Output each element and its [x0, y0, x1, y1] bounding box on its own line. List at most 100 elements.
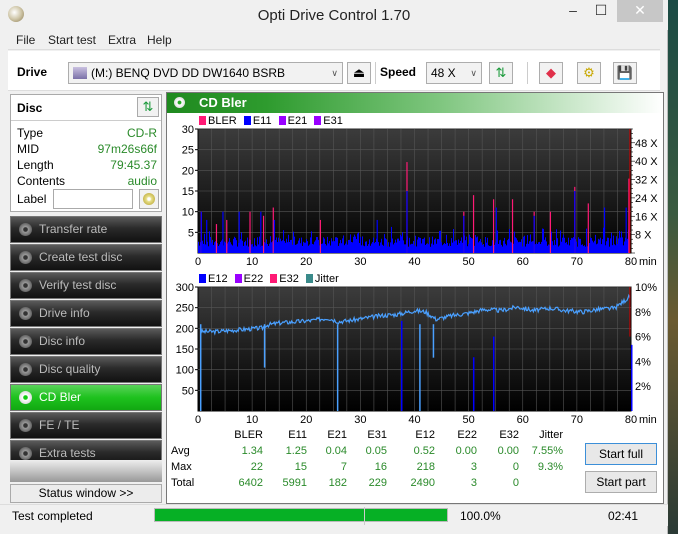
e11-bar [229, 238, 230, 253]
nav-label: Create test disc [39, 250, 123, 264]
settings-button[interactable]: ⚙ [577, 62, 601, 84]
e11-bar [557, 238, 558, 253]
e11-bar [389, 246, 390, 253]
e11-bar [253, 246, 254, 253]
stats-column-header: E11 [288, 429, 307, 441]
e11-bar [569, 245, 570, 253]
e11-bar [276, 237, 277, 253]
nav-transfer-rate[interactable]: Transfer rate [10, 216, 162, 243]
y2-tick-label: 48 X [635, 138, 658, 150]
nav-label: Drive info [39, 306, 90, 320]
stats-cell: 182 [328, 477, 347, 489]
e11-bar [448, 245, 449, 253]
e11-bar [375, 241, 376, 253]
chevron-down-icon: ∨ [470, 68, 477, 78]
e11-bar [602, 239, 603, 253]
nav-disc-quality[interactable]: Disc quality [10, 356, 162, 383]
e11-bar [291, 239, 292, 253]
disc-row-contents: Contents audio [17, 174, 157, 190]
e11-bar [211, 242, 212, 253]
e11-bar [267, 244, 268, 253]
e11-bar [214, 242, 215, 253]
status-window-button[interactable]: Status window >> [10, 484, 162, 503]
nav-drive-info[interactable]: Drive info [10, 300, 162, 327]
e11-bar [573, 237, 574, 253]
nav-verify-test-disc[interactable]: Verify test disc [10, 272, 162, 299]
nav-fe-te[interactable]: FE / TE [10, 412, 162, 439]
speed-select[interactable]: 48 X ∨ [426, 62, 482, 84]
e11-bar [513, 243, 514, 253]
toolbar-separator [527, 62, 528, 84]
e11-bar [468, 243, 469, 253]
maximize-button[interactable]: ☐ [588, 0, 614, 22]
minimize-button[interactable]: ‒ [560, 0, 586, 22]
erase-button[interactable]: ◆ [539, 62, 563, 84]
refresh-speed-button[interactable]: ⇅ [489, 62, 513, 84]
e11-bar [607, 237, 608, 253]
e11-bar [525, 246, 526, 253]
y2-tick-label: 8 X [635, 230, 652, 242]
drive-select[interactable]: (M:) BENQ DVD DD DW1640 BSRB ∨ [68, 62, 343, 84]
e11-bar [522, 246, 523, 253]
start-full-button[interactable]: Start full [585, 443, 657, 465]
nav-cd-bler[interactable]: CD Bler [10, 384, 162, 411]
bler-spike [492, 199, 495, 253]
y-tick-label: 100 [176, 365, 194, 377]
e11-bar [610, 238, 611, 253]
e11-bar [436, 243, 437, 253]
menu-extra[interactable]: Extra [108, 33, 136, 47]
e11-bar [583, 246, 584, 253]
e11-bar [374, 243, 375, 253]
disc-label-button[interactable] [139, 189, 159, 209]
e11-spike [625, 207, 627, 253]
progress-percent: 100.0% [460, 509, 501, 523]
nav-create-test-disc[interactable]: Create test disc [10, 244, 162, 271]
e11-bar [571, 237, 572, 253]
refresh-icon: ⇅ [495, 65, 507, 80]
label-input[interactable] [53, 189, 133, 209]
disc-key: Type [17, 126, 44, 140]
e11-bar [246, 245, 247, 253]
e11-bar [234, 236, 235, 253]
e11-bar [296, 244, 297, 253]
x-tick-label: 70 [571, 414, 583, 426]
e11-bar [447, 242, 448, 253]
e11-bar [536, 242, 537, 253]
disc-test-icon [19, 447, 32, 460]
e12-spike [492, 336, 495, 411]
e11-bar [348, 239, 349, 253]
eject-button[interactable]: ⏏ [347, 62, 371, 84]
e11-bar [240, 239, 241, 253]
e11-bar [538, 242, 539, 253]
e11-bar [521, 239, 522, 253]
e11-bar [616, 236, 617, 253]
title-bar: Opti Drive Control 1.70 ‒ ☐ ✕ [0, 0, 668, 30]
menu-start-test[interactable]: Start test [48, 33, 96, 47]
disc-test-icon [19, 279, 32, 292]
e11-spike [495, 207, 497, 253]
save-button[interactable]: 💾 [613, 62, 637, 84]
e11-bar [444, 243, 445, 253]
e11-bar [453, 228, 454, 253]
e11-spike [574, 191, 576, 253]
e11-bar [620, 237, 621, 253]
disc-value: audio [127, 174, 157, 188]
x-tick-label: 40 [408, 414, 420, 426]
e11-bar [313, 244, 314, 253]
e11-bar [461, 237, 462, 253]
panel-title: CD Bler [199, 95, 247, 110]
start-part-button[interactable]: Start part [585, 471, 657, 493]
close-button[interactable]: ✕ [617, 0, 663, 22]
bler-spike [628, 178, 630, 253]
e11-bar [439, 230, 440, 253]
menu-help[interactable]: Help [147, 33, 172, 47]
e11-bar [382, 244, 383, 253]
e11-spike [533, 215, 535, 253]
nav-disc-info[interactable]: Disc info [10, 328, 162, 355]
panel-header: CD Bler [167, 93, 663, 113]
e11-bar [367, 245, 368, 253]
e11-bar [218, 245, 219, 253]
menu-file[interactable]: File [16, 33, 35, 47]
e11-bar [358, 232, 359, 253]
disc-refresh-button[interactable]: ⇅ [137, 97, 159, 117]
